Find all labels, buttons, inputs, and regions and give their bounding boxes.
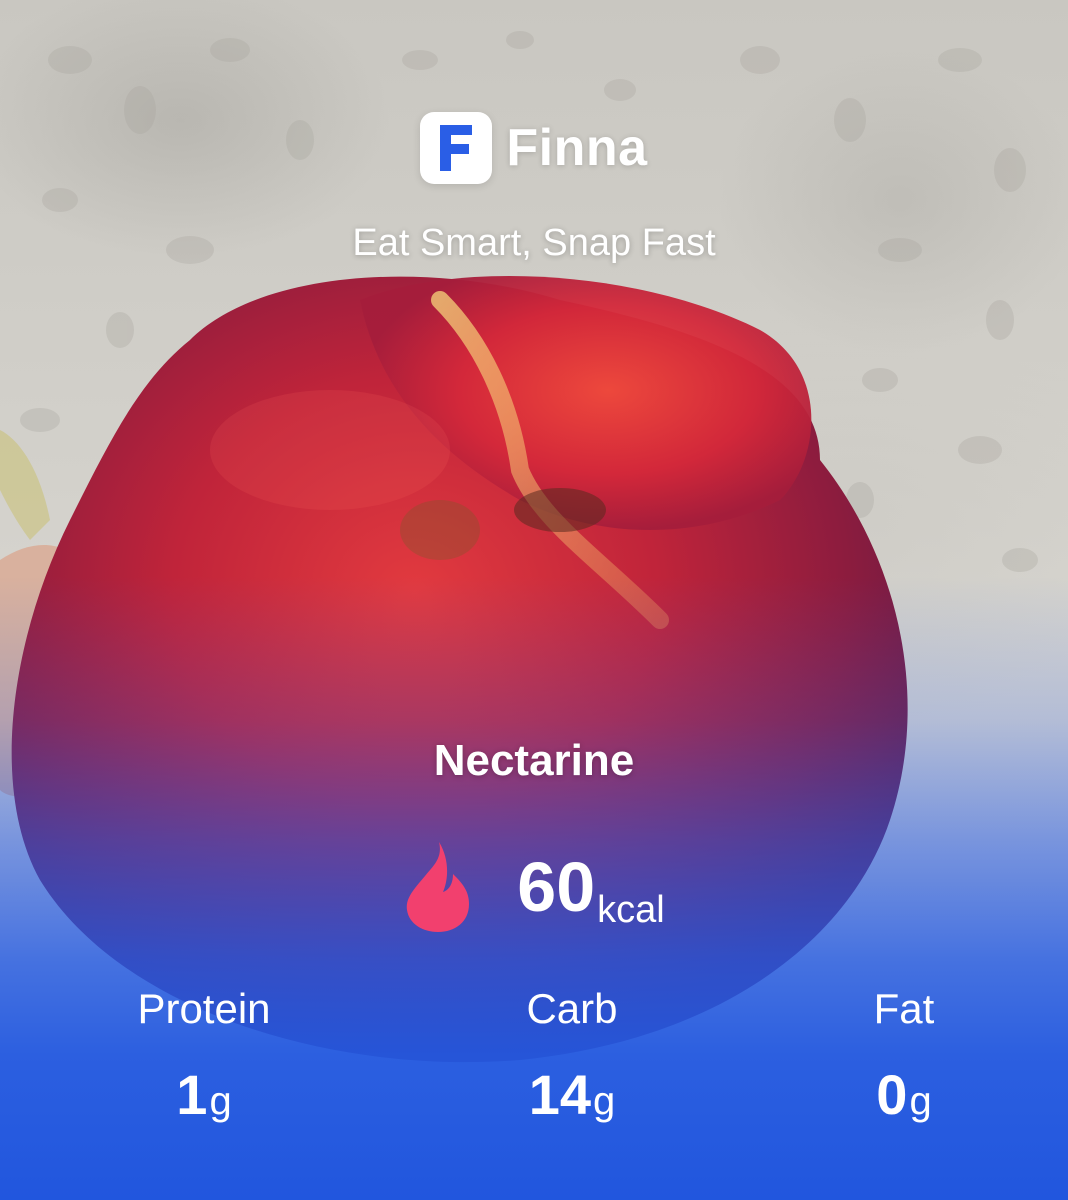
flame-icon [407,842,470,932]
macro-fat: Fat 0g [784,984,1024,1127]
calorie-value: 60 [517,848,596,926]
macro-fat-label: Fat [873,985,935,1032]
macro-breakdown: Protein 1g Carb 14g Fat 0g [0,984,1068,1134]
macro-carb-label: Carb [526,985,618,1032]
app-logo-icon [420,112,493,184]
macro-protein-unit: g [209,1079,232,1124]
app-brand: Finna [0,112,1068,184]
app-tagline: Eat Smart, Snap Fast [352,222,716,264]
macro-carb-amount: 14g [452,1062,692,1127]
calorie-unit: kcal [597,889,665,931]
macro-carb: Carb 14g [452,984,692,1127]
macro-fat-amount: 0g [784,1062,1024,1127]
calorie-summary: 60 kcal [0,840,1068,934]
macro-carb-value: 14 [528,1063,592,1127]
food-name: Nectarine [433,736,635,785]
macro-protein-value: 1 [176,1063,208,1127]
macro-fat-unit: g [909,1079,932,1124]
letter-f-icon [440,125,473,171]
macro-protein-amount: 1g [84,1062,324,1127]
app-name: Finna [506,119,648,177]
macro-protein-label: Protein [137,985,271,1032]
macro-protein: Protein 1g [84,984,324,1127]
macro-fat-value: 0 [876,1063,908,1127]
macro-carb-unit: g [593,1079,616,1124]
snap-result-card: Finna Eat Smart, Snap Fast Nectarine 60 … [0,0,1068,1200]
